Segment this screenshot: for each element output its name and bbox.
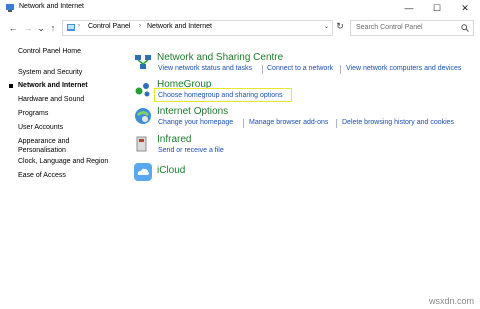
category-title[interactable]: Internet Options: [157, 106, 228, 117]
sidebar-control-panel-home[interactable]: Control Panel Home: [18, 48, 81, 55]
sidebar-item-hardware-sound[interactable]: Hardware and Sound: [18, 95, 84, 104]
breadcrumb-separator: ›: [78, 23, 80, 29]
network-internet-icon: [6, 4, 14, 12]
address-dropdown-icon[interactable]: ⌄: [324, 23, 329, 30]
maximize-button[interactable]: ☐: [424, 0, 450, 17]
search-icon: [461, 24, 469, 32]
refresh-button[interactable]: ↻: [334, 21, 346, 35]
sidebar: Control Panel Home System and Security N…: [0, 40, 125, 309]
network-sharing-icon: [135, 55, 151, 69]
address-row: ← → ⌄ ↑ › Control Panel › Network and In…: [0, 18, 480, 38]
forward-button[interactable]: →: [22, 22, 34, 34]
close-button[interactable]: ✕: [452, 0, 478, 17]
link-connect-network[interactable]: Connect to a network: [267, 65, 333, 72]
title-bar: Network and Internet — ☐ ✕: [0, 0, 480, 17]
link-divider: [340, 65, 341, 74]
link-divider: [243, 119, 244, 128]
link-send-receive-file[interactable]: Send or receive a file: [158, 147, 224, 154]
control-panel-window: Network and Internet — ☐ ✕ ← → ⌄ ↑ › Con…: [0, 0, 480, 309]
sidebar-item-network-internet[interactable]: Network and Internet: [18, 81, 88, 90]
up-button[interactable]: ↑: [47, 22, 59, 34]
category-title[interactable]: iCloud: [157, 165, 185, 176]
highlight-box: [154, 88, 292, 102]
sidebar-item-user-accounts[interactable]: User Accounts: [18, 123, 63, 132]
link-manage-addons[interactable]: Manage browser add-ons: [249, 119, 328, 126]
homegroup-icon: [135, 83, 150, 97]
link-divider: [336, 119, 337, 128]
back-button[interactable]: ←: [7, 22, 19, 34]
sidebar-item-ease-of-access[interactable]: Ease of Access: [18, 171, 66, 180]
sidebar-item-programs[interactable]: Programs: [18, 109, 48, 118]
link-view-network-status[interactable]: View network status and tasks: [158, 65, 252, 72]
link-view-network-computers[interactable]: View network computers and devices: [346, 65, 461, 72]
breadcrumb-separator: ›: [139, 23, 141, 29]
control-panel-icon: [67, 24, 75, 31]
sidebar-item-clock-language[interactable]: Clock, Language and Region: [18, 157, 108, 166]
breadcrumb-network-internet[interactable]: Network and Internet: [147, 23, 212, 30]
link-change-homepage[interactable]: Change your homepage: [158, 119, 233, 126]
link-delete-history[interactable]: Delete browsing history and cookies: [342, 119, 454, 126]
current-item-bullet: [9, 84, 13, 88]
recent-locations-button[interactable]: ⌄: [35, 22, 47, 34]
minimize-button[interactable]: —: [396, 0, 422, 17]
sidebar-item-system-security[interactable]: System and Security: [18, 68, 82, 77]
icloud-icon: [134, 163, 152, 181]
address-bar[interactable]: › Control Panel › Network and Internet ⌄: [62, 20, 333, 36]
link-divider: [262, 65, 263, 74]
category-title[interactable]: Network and Sharing Centre: [157, 52, 283, 63]
watermark: wsxdn.com: [428, 296, 474, 306]
sidebar-item-appearance[interactable]: Appearance and Personalisation: [18, 137, 69, 155]
category-title[interactable]: Infrared: [157, 134, 191, 145]
breadcrumb-control-panel[interactable]: Control Panel: [88, 23, 130, 30]
infrared-icon: [136, 136, 147, 152]
internet-options-icon: [135, 108, 151, 124]
search-placeholder: Search Control Panel: [356, 24, 423, 31]
search-input[interactable]: Search Control Panel: [350, 20, 474, 36]
window-title: Network and Internet: [19, 3, 84, 10]
